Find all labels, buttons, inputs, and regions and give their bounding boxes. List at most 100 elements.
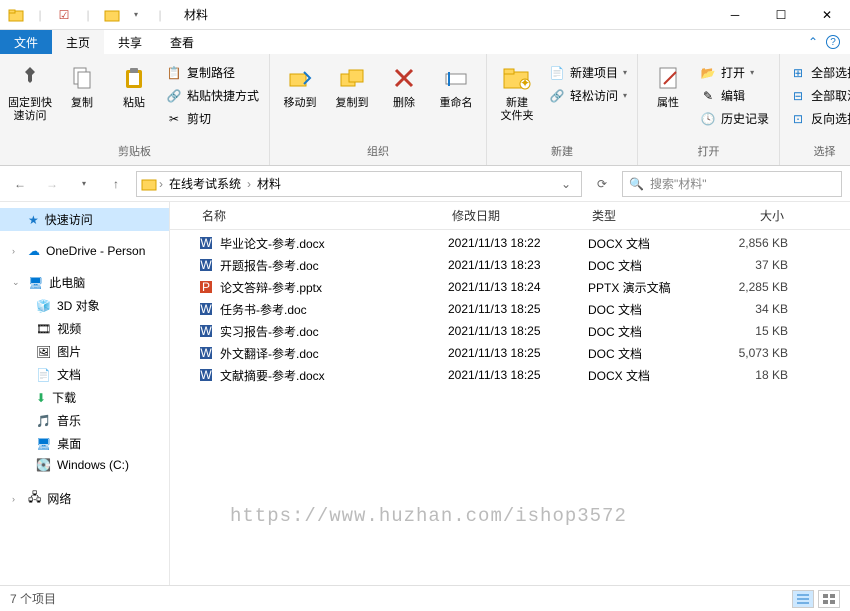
window-title: 材料 (176, 6, 712, 23)
file-row[interactable]: W毕业论文-参考.docx2021/11/13 18:22DOCX 文档2,85… (170, 232, 850, 254)
ribbon-tabs: 文件 主页 共享 查看 ⌃ ? (0, 30, 850, 54)
sidebar-music[interactable]: 🎵音乐 (0, 409, 169, 432)
tab-home[interactable]: 主页 (52, 30, 104, 54)
sidebar-desktop[interactable]: 🖥桌面 (0, 432, 169, 455)
sidebar-3d-objects[interactable]: 🧊3D 对象 (0, 294, 169, 317)
pin-button[interactable]: 固定到快 速访问 (6, 58, 54, 127)
file-size: 34 KB (708, 302, 788, 316)
qat-dropdown-icon[interactable]: ▾ (126, 5, 146, 25)
file-name: 实习报告-参考.doc (220, 323, 319, 340)
copy-to-button[interactable]: 复制到 (328, 58, 376, 114)
svg-text:W: W (200, 236, 212, 250)
crumb-0[interactable]: 在线考试系统 (165, 175, 245, 192)
file-name: 外文翻译-参考.doc (220, 345, 319, 362)
chevron-right-icon[interactable]: › (247, 177, 251, 191)
back-button[interactable]: ← (8, 172, 32, 196)
file-size: 2,285 KB (708, 280, 788, 294)
column-headers: 名称 修改日期 类型 大小 (170, 202, 850, 230)
new-item-button[interactable]: 📄新建项目▾ (545, 62, 631, 83)
svg-text:W: W (200, 302, 212, 316)
properties-icon (652, 62, 684, 94)
copy-path-button[interactable]: 📋复制路径 (162, 62, 263, 83)
easy-access-button[interactable]: 🔗轻松访问▾ (545, 85, 631, 106)
cube-icon: 🧊 (36, 299, 51, 313)
new-folder-icon: ✦ (501, 62, 533, 94)
col-type[interactable]: 类型 (588, 207, 708, 224)
breadcrumb[interactable]: › 在线考试系统 › 材料 ⌄ (136, 171, 582, 197)
move-to-button[interactable]: 移动到 (276, 58, 324, 114)
col-size[interactable]: 大小 (708, 207, 788, 224)
folder-icon (6, 5, 26, 25)
copy-button[interactable]: 复制 (58, 58, 106, 114)
sidebar-downloads[interactable]: ⬇下载 (0, 386, 169, 409)
minimize-button[interactable]: ─ (712, 0, 758, 30)
sidebar-onedrive[interactable]: ›☁OneDrive - Person (0, 241, 169, 261)
sidebar-videos[interactable]: 🎞视频 (0, 317, 169, 340)
file-row[interactable]: W外文翻译-参考.doc2021/11/13 18:25DOC 文档5,073 … (170, 342, 850, 364)
history-button[interactable]: 🕓历史记录 (696, 108, 773, 129)
tab-file[interactable]: 文件 (0, 30, 52, 54)
select-none-button[interactable]: ⊟全部取消 (786, 85, 850, 106)
tab-view[interactable]: 查看 (156, 30, 208, 54)
paste-button[interactable]: 粘贴 (110, 58, 158, 114)
file-row[interactable]: W任务书-参考.doc2021/11/13 18:25DOC 文档34 KB (170, 298, 850, 320)
sidebar-pictures[interactable]: 🖼图片 (0, 340, 169, 363)
file-row[interactable]: W开题报告-参考.doc2021/11/13 18:23DOC 文档37 KB (170, 254, 850, 276)
new-folder-button[interactable]: ✦新建 文件夹 (493, 58, 541, 127)
recent-button[interactable]: ▾ (72, 172, 96, 196)
file-row[interactable]: W文献摘要-参考.docx2021/11/13 18:25DOCX 文档18 K… (170, 364, 850, 386)
address-dropdown-icon[interactable]: ⌄ (555, 177, 577, 191)
file-type: DOCX 文档 (588, 235, 708, 252)
sidebar-network[interactable]: ›🖧网络 (0, 485, 169, 512)
rename-button[interactable]: 重命名 (432, 58, 480, 114)
delete-button[interactable]: 删除 (380, 58, 428, 114)
col-name[interactable]: 名称 (198, 207, 448, 224)
help-icon[interactable]: ? (826, 35, 840, 49)
edit-button[interactable]: ✎编辑 (696, 85, 773, 106)
chevron-right-icon[interactable]: › (159, 177, 163, 191)
qat-check-icon[interactable]: ☑ (54, 5, 74, 25)
maximize-button[interactable]: ☐ (758, 0, 804, 30)
file-size: 37 KB (708, 258, 788, 272)
crumb-1[interactable]: 材料 (253, 175, 285, 192)
sidebar-this-pc[interactable]: ⌄🖥此电脑 (0, 271, 169, 294)
pin-icon (14, 62, 46, 94)
file-date: 2021/11/13 18:23 (448, 258, 588, 272)
group-organize-label: 组织 (276, 141, 480, 161)
move-icon (284, 62, 316, 94)
invert-selection-button[interactable]: ⊡反向选择 (786, 108, 850, 129)
file-size: 15 KB (708, 324, 788, 338)
tab-share[interactable]: 共享 (104, 30, 156, 54)
select-all-button[interactable]: ⊞全部选择 (786, 62, 850, 83)
group-new-label: 新建 (493, 141, 631, 161)
file-row[interactable]: W实习报告-参考.doc2021/11/13 18:25DOC 文档15 KB (170, 320, 850, 342)
qat-separator: | (78, 5, 98, 25)
history-icon: 🕓 (700, 111, 716, 127)
qat-folder-icon[interactable] (102, 5, 122, 25)
col-date[interactable]: 修改日期 (448, 207, 588, 224)
view-icons-button[interactable] (818, 590, 840, 608)
svg-text:P: P (202, 280, 210, 294)
forward-button[interactable]: → (40, 172, 64, 196)
cut-button[interactable]: ✂剪切 (162, 108, 263, 129)
open-icon: 📂 (700, 65, 716, 81)
ribbon-collapse-icon[interactable]: ⌃ (808, 35, 818, 49)
group-select-label: 选择 (786, 141, 850, 161)
up-button[interactable]: ↑ (104, 172, 128, 196)
close-button[interactable]: ✕ (804, 0, 850, 30)
file-type: DOC 文档 (588, 257, 708, 274)
view-details-button[interactable] (792, 590, 814, 608)
search-input[interactable]: 🔍 搜索"材料" (622, 171, 842, 197)
folder-icon (141, 176, 157, 192)
status-bar: 7 个项目 (0, 585, 850, 611)
file-name: 论文答辩-参考.pptx (220, 279, 322, 296)
refresh-button[interactable]: ⟳ (590, 172, 614, 196)
file-row[interactable]: P论文答辩-参考.pptx2021/11/13 18:24PPTX 演示文稿2,… (170, 276, 850, 298)
open-button[interactable]: 📂打开▾ (696, 62, 773, 83)
sidebar-documents[interactable]: 📄文档 (0, 363, 169, 386)
properties-button[interactable]: 属性 (644, 58, 692, 114)
paste-shortcut-button[interactable]: 🔗粘贴快捷方式 (162, 85, 263, 106)
file-name: 文献摘要-参考.docx (220, 367, 325, 384)
sidebar-cdrive[interactable]: 💽Windows (C:) (0, 455, 169, 475)
sidebar-quick-access[interactable]: ★快速访问 (0, 208, 169, 231)
